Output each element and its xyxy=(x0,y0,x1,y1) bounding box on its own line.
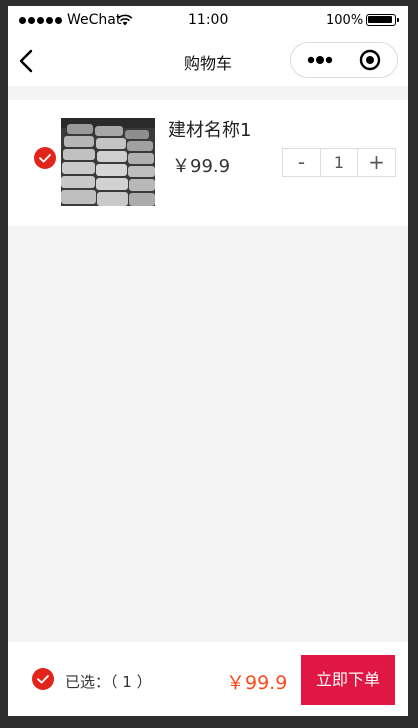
item-check-circle-icon[interactable] xyxy=(34,147,56,169)
product-name[interactable]: 建材名称1 xyxy=(168,116,251,142)
battery-percent: 100% xyxy=(326,13,364,28)
navigation-bar: 购物车 xyxy=(8,36,408,86)
menu-capsule xyxy=(290,42,398,78)
increment-button[interactable]: + xyxy=(358,149,395,176)
product-image xyxy=(61,118,155,206)
select-all-check-icon[interactable] xyxy=(32,668,54,690)
product-price: ￥99.9 xyxy=(172,156,231,177)
phone-screen: WeChat 11:00 100% 购物车 建材名称1 ￥99.9 - 1 + … xyxy=(8,6,408,716)
total-price: ￥99.9 xyxy=(226,672,288,694)
decrement-button[interactable]: - xyxy=(283,149,320,176)
quantity-input[interactable]: 1 xyxy=(320,149,358,176)
quantity-stepper: - 1 + xyxy=(282,148,396,177)
wifi-icon xyxy=(117,14,133,26)
more-dots-icon[interactable] xyxy=(304,43,338,77)
battery-icon xyxy=(366,14,399,26)
status-bar: WeChat 11:00 100% xyxy=(8,6,408,36)
clock-time: 11:00 xyxy=(188,12,229,28)
place-order-button[interactable]: 立即下单 xyxy=(301,655,395,705)
signal-strength-icon xyxy=(19,17,62,24)
selected-count-label: 已选：（ 1 ） xyxy=(65,673,152,691)
capsule-close-icon[interactable] xyxy=(359,49,381,71)
carrier-name: WeChat xyxy=(67,12,122,28)
